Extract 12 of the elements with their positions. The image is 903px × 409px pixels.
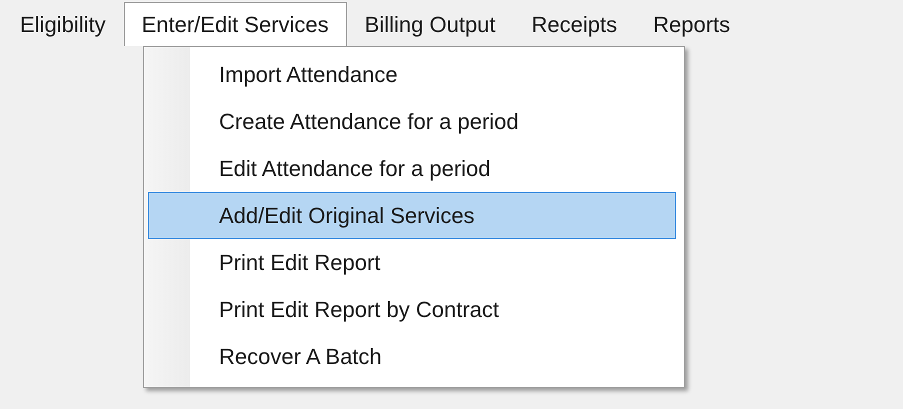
menu-option[interactable]: Print Edit Report by Contract [148,286,676,333]
menu-option[interactable]: Edit Attendance for a period [148,145,676,192]
menu-option[interactable]: Recover A Batch [148,333,676,380]
menu-option[interactable]: Print Edit Report [148,239,676,286]
menu-option[interactable]: Add/Edit Original Services [148,192,676,239]
menu-item[interactable]: Receipts [514,2,636,46]
menu-item[interactable]: Eligibility [2,2,124,46]
menu-item[interactable]: Enter/Edit Services [124,2,347,46]
menu-item[interactable]: Reports [635,2,748,46]
menu-option[interactable]: Create Attendance for a period [148,98,676,145]
menu-option[interactable]: Import Attendance [148,51,676,98]
menu-item[interactable]: Billing Output [346,2,514,46]
